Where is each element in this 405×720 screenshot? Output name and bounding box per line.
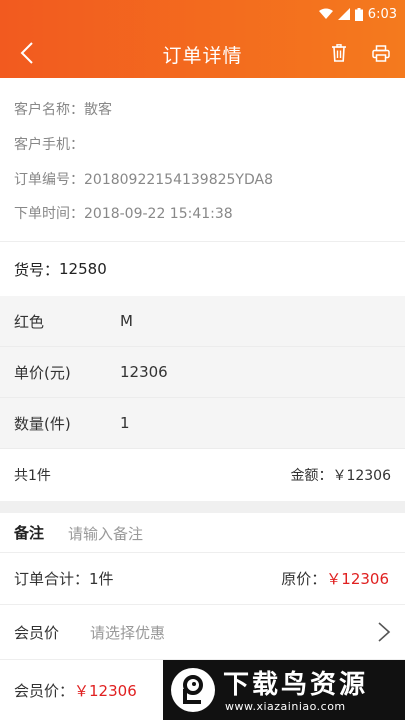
amount-value: ￥12306 [332, 468, 391, 484]
delete-button[interactable] [328, 42, 350, 64]
spec-key: 数量(件) [14, 414, 71, 433]
spec-value: M [120, 312, 133, 330]
section-divider [0, 501, 405, 513]
original-price-label: 原价： [281, 570, 327, 588]
wifi-icon [318, 8, 333, 20]
back-button[interactable] [20, 40, 46, 66]
chevron-left-icon [20, 42, 33, 64]
spec-row-color-size: 红色 M [0, 296, 405, 347]
item-total-row: 共1件 金额：￥12306 [0, 449, 405, 501]
watermark-title: 下载鸟资源 [223, 670, 369, 700]
customer-phone-label: 客户手机： [14, 137, 84, 153]
status-time: 6:03 [367, 6, 397, 22]
goods-number-value: 12580 [59, 260, 107, 278]
member-price-label: 会员价 [14, 623, 60, 642]
spec-row-quantity: 数量(件) 1 [0, 398, 405, 449]
item-count: 共1件 [14, 468, 51, 484]
order-number-row: 订单编号：20180922154139825YDA8 [14, 169, 273, 189]
order-number-value: 20180922154139825YDA8 [84, 172, 273, 188]
amount-label: 金额： [290, 468, 333, 484]
order-total: 订单合计：1件 [14, 570, 114, 588]
spec-value: 1 [120, 414, 130, 432]
status-bar: 6:03 [0, 0, 405, 28]
battery-icon [354, 7, 363, 21]
customer-name-label: 客户名称： [14, 102, 84, 118]
order-time-label: 下单时间： [14, 206, 84, 222]
member-price-total: 会员价：￥12306 [14, 680, 137, 701]
customer-name-value: 散客 [84, 102, 112, 118]
order-summary-row: 订单合计：1件 原价：￥12306 [0, 553, 405, 605]
order-number-label: 订单编号： [14, 172, 84, 188]
watermark-banner: 下载鸟资源 www.xiazainiao.com [163, 660, 405, 720]
customer-name-row: 客户名称：散客 [14, 99, 112, 119]
member-price-total-value: ￥12306 [74, 681, 137, 700]
member-price-total-label: 会员价： [14, 681, 75, 700]
item-amount: 金额：￥12306 [290, 465, 391, 485]
discount-placeholder: 请选择优惠 [90, 623, 166, 642]
app-bar: 订单详情 [0, 28, 405, 78]
remark-input[interactable] [68, 525, 368, 543]
order-time-value: 2018-09-22 15:41:38 [84, 206, 233, 222]
print-button[interactable] [370, 42, 392, 64]
printer-icon [372, 44, 390, 62]
order-time-row: 下单时间：2018-09-22 15:41:38 [14, 203, 233, 223]
spec-key: 红色 [14, 312, 45, 331]
member-discount-row[interactable]: 会员价 请选择优惠 [0, 605, 405, 660]
watermark-logo-icon [171, 668, 215, 712]
original-price-value: ￥12306 [326, 570, 389, 588]
watermark-url: www.xiazainiao.com [225, 700, 346, 713]
original-price: 原价：￥12306 [281, 568, 389, 589]
customer-phone-row: 客户手机： [14, 134, 84, 154]
spec-key: 单价(元) [14, 363, 71, 382]
spec-row-unit-price: 单价(元) 12306 [0, 347, 405, 398]
remark-label: 备注 [14, 524, 45, 542]
remark-row: 备注 [0, 513, 405, 553]
trash-icon [332, 44, 346, 62]
chevron-right-icon [378, 622, 391, 642]
signal-icon [337, 8, 350, 20]
spec-value: 12306 [120, 363, 168, 381]
goods-number-label: 货号： [14, 260, 60, 279]
order-info-section: 客户名称：散客 客户手机： 订单编号：20180922154139825YDA8… [0, 78, 405, 242]
goods-number-row: 货号： 12580 [0, 242, 405, 296]
